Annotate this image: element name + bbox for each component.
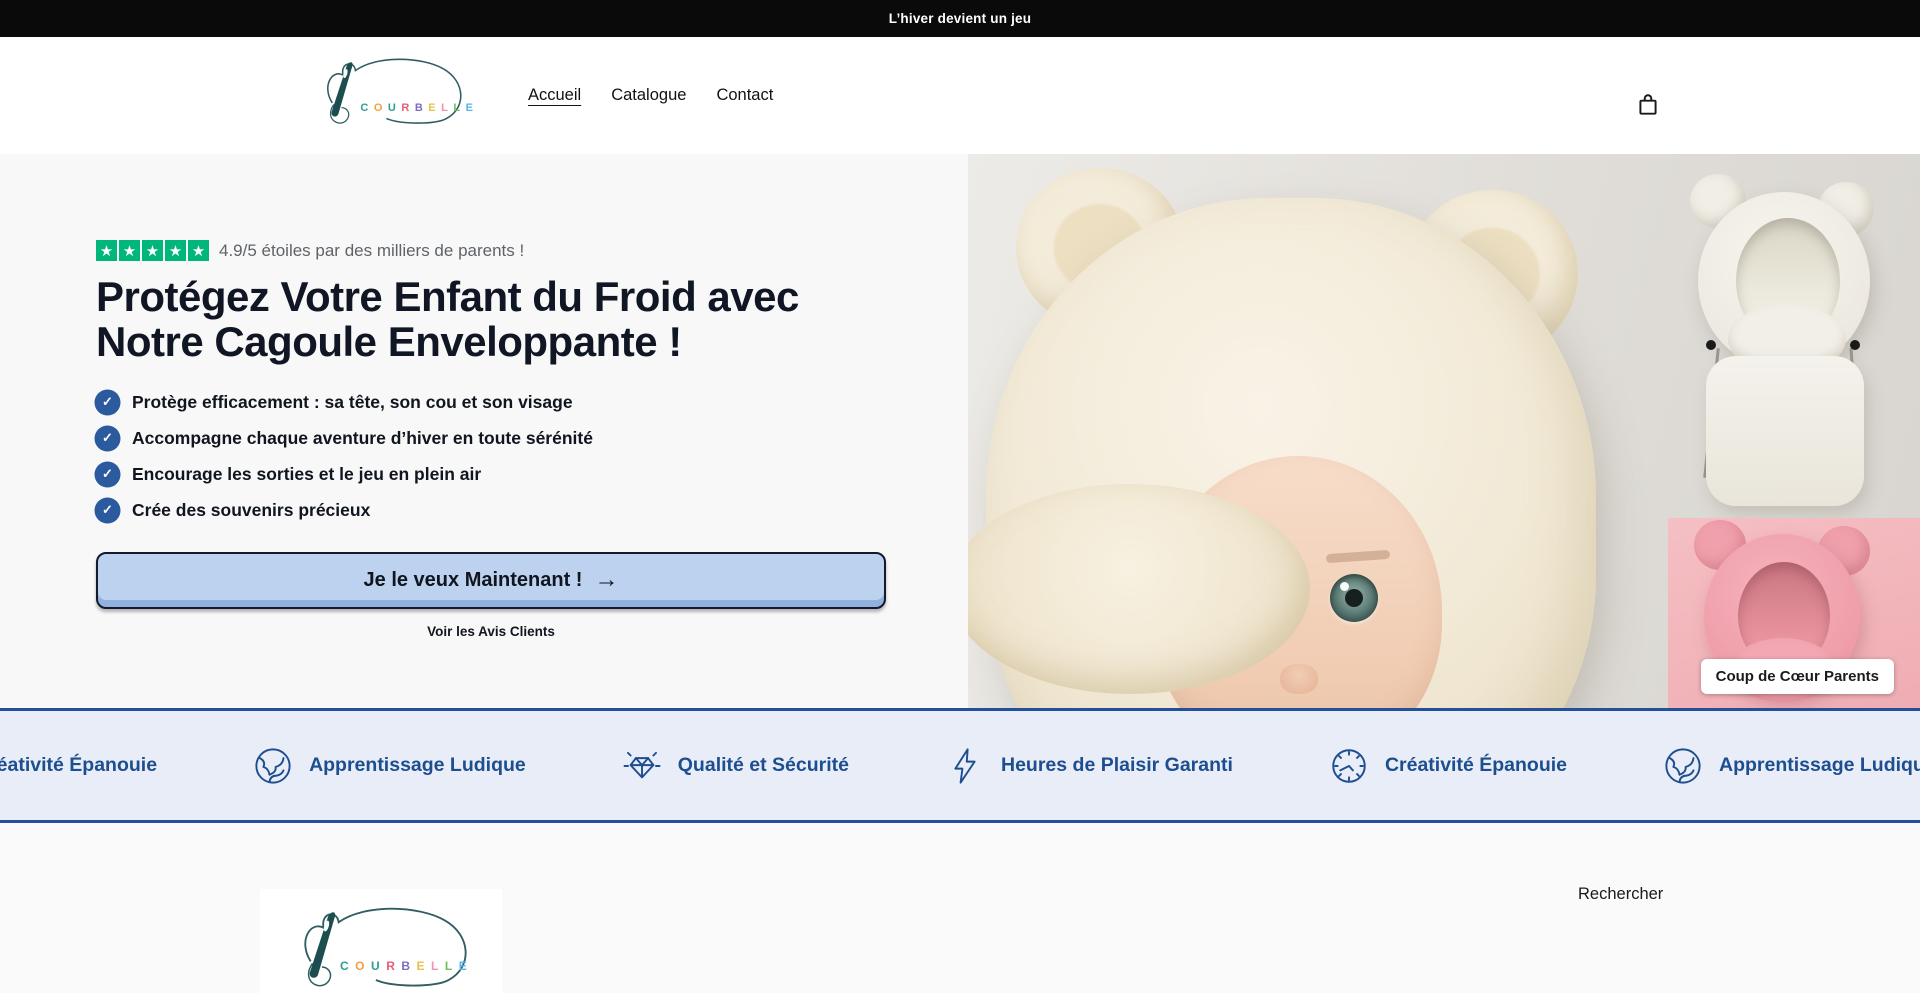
marquee-item: Qualité et Sécurité xyxy=(621,745,849,787)
trustpilot-stars-icon: ★ ★ ★ ★ ★ xyxy=(96,240,209,261)
marquee-item: Apprentissage Ludique xyxy=(252,745,526,787)
marquee-item: Créativité Épanouie xyxy=(1328,745,1567,787)
seal-check-icon: ✓ xyxy=(96,463,119,486)
gem-icon xyxy=(621,745,663,787)
marquee-item: Apprentissage Ludique xyxy=(1662,745,1920,787)
benefit-item: ✓ Crée des souvenirs précieux xyxy=(96,499,968,522)
cta-label: Je le veux Maintenant ! xyxy=(364,569,583,592)
star-icon: ★ xyxy=(96,240,117,261)
page: L’hiver devient un jeu COURBELLE Accueil… xyxy=(0,0,1920,993)
rating-row: ★ ★ ★ ★ ★ 4.9/5 étoiles par des milliers… xyxy=(96,240,968,261)
hero-content: ★ ★ ★ ★ ★ 4.9/5 étoiles par des milliers… xyxy=(0,154,968,708)
nav-link-accueil[interactable]: Accueil xyxy=(528,86,581,105)
parents-favorite-badge: Coup de Cœur Parents xyxy=(1701,659,1894,694)
seal-check-icon: ✓ xyxy=(96,499,119,522)
star-icon: ★ xyxy=(188,240,209,261)
arrow-right-icon: → xyxy=(594,568,618,592)
star-icon: ★ xyxy=(165,240,186,261)
star-icon: ★ xyxy=(119,240,140,261)
needle-thread-icon xyxy=(279,897,484,993)
benefits-marquee: Créativité Épanouie Apprentissage Ludiqu… xyxy=(0,708,1920,823)
shopping-bag-icon xyxy=(1635,92,1661,118)
header: COURBELLE Accueil Catalogue Contact xyxy=(0,37,1920,154)
footer: COURBELLE Rechercher xyxy=(0,823,1920,993)
benefit-text: Accompagne chaque aventure d’hiver en to… xyxy=(132,428,593,449)
benefit-text: Encourage les sorties et le jeu en plein… xyxy=(132,464,481,485)
main-nav: Accueil Catalogue Contact xyxy=(528,37,773,154)
bolt-icon xyxy=(944,745,986,787)
marquee-label: Heures de Plaisir Garanti xyxy=(1001,754,1233,777)
announcement-bar: L’hiver devient un jeu xyxy=(0,0,1920,37)
logo-wordmark: COURBELLE xyxy=(360,102,473,114)
star-icon: ★ xyxy=(142,240,163,261)
needle-thread-icon xyxy=(306,47,476,145)
marquee-item: Créativité Épanouie xyxy=(0,745,157,787)
logo-wordmark: COURBELLE xyxy=(340,959,467,973)
footer-search-link[interactable]: Rechercher xyxy=(1578,885,1663,904)
header-logo[interactable]: COURBELLE xyxy=(306,47,476,145)
hero-image: Coup de Cœur Parents xyxy=(968,154,1920,708)
marquee-label: Apprentissage Ludique xyxy=(1719,754,1920,777)
seal-check-icon: ✓ xyxy=(96,391,119,414)
benefits-list: ✓ Protège efficacement : sa tête, son co… xyxy=(96,391,968,522)
rating-text: 4.9/5 étoiles par des milliers de parent… xyxy=(219,241,524,261)
clock-icon xyxy=(1328,745,1370,787)
hero-title: Protégez Votre Enfant du Froid avec Notr… xyxy=(96,274,876,365)
seal-check-icon: ✓ xyxy=(96,427,119,450)
benefit-item: ✓ Protège efficacement : sa tête, son co… xyxy=(96,391,968,414)
reviews-link[interactable]: Voir les Avis Clients xyxy=(96,624,886,639)
marquee-label: Créativité Épanouie xyxy=(1385,754,1567,777)
marquee-label: Créativité Épanouie xyxy=(0,754,157,777)
announcement-text: L’hiver devient un jeu xyxy=(889,11,1031,26)
cart-button[interactable] xyxy=(1628,85,1668,125)
benefit-item: ✓ Accompagne chaque aventure d’hiver en … xyxy=(96,427,968,450)
benefit-item: ✓ Encourage les sorties et le jeu en ple… xyxy=(96,463,968,486)
marquee-item: Heures de Plaisir Garanti xyxy=(944,745,1233,787)
nav-link-contact[interactable]: Contact xyxy=(716,86,773,105)
nav-link-catalogue[interactable]: Catalogue xyxy=(611,86,686,105)
marquee-label: Qualité et Sécurité xyxy=(678,754,849,777)
cta-button[interactable]: Je le veux Maintenant ! → xyxy=(96,552,886,609)
footer-logo[interactable]: COURBELLE xyxy=(260,889,502,993)
globe-icon xyxy=(252,745,294,787)
product-photo-white xyxy=(1672,170,1904,506)
globe-icon xyxy=(1662,745,1704,787)
marquee-track: Créativité Épanouie Apprentissage Ludiqu… xyxy=(0,711,1920,820)
marquee-label: Apprentissage Ludique xyxy=(309,754,526,777)
benefit-text: Crée des souvenirs précieux xyxy=(132,500,370,521)
benefit-text: Protège efficacement : sa tête, son cou … xyxy=(132,392,573,413)
hero-section: ★ ★ ★ ★ ★ 4.9/5 étoiles par des milliers… xyxy=(0,154,1920,708)
